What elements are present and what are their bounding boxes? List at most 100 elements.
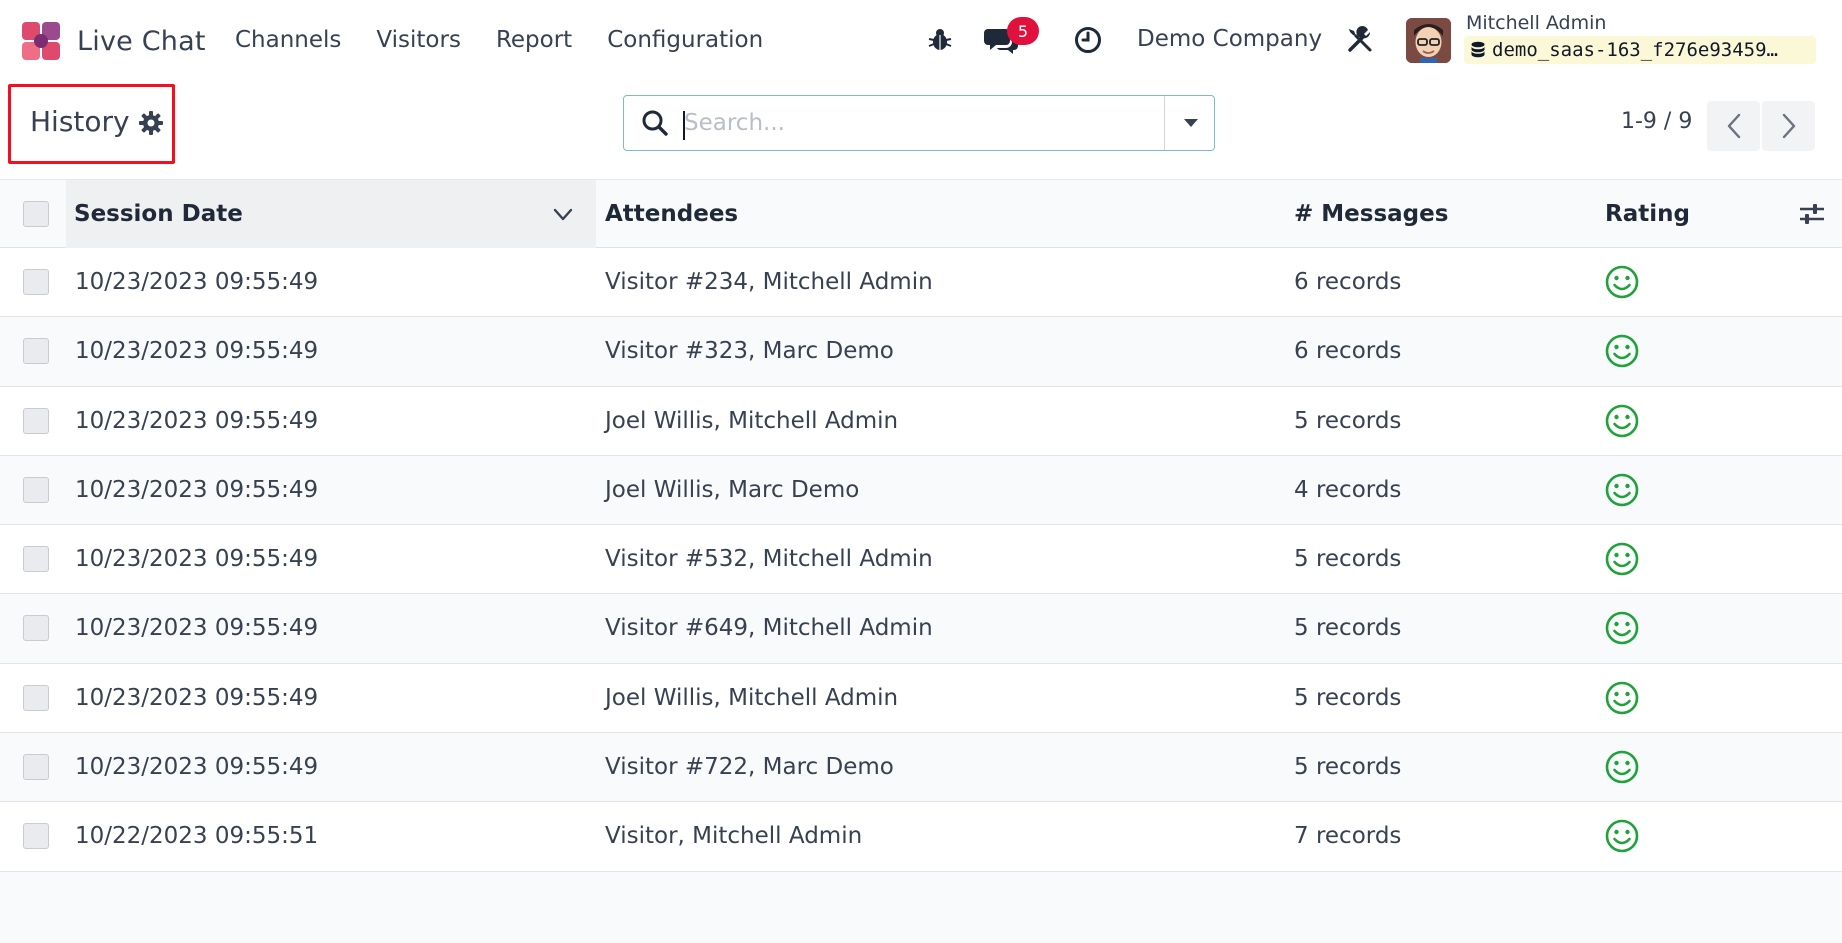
row-checkbox[interactable]	[23, 407, 49, 434]
cell-session-date: 10/23/2023 09:55:49	[75, 615, 319, 642]
smile-rating-icon	[1605, 750, 1639, 784]
smile-rating-icon	[1605, 612, 1639, 645]
select-all-checkbox[interactable]	[23, 201, 49, 227]
menu-channels[interactable]: Channels	[235, 27, 341, 53]
company-switcher[interactable]: Demo Company	[1137, 26, 1322, 52]
pager-next-button[interactable]	[1762, 101, 1815, 151]
activities-button[interactable]	[1072, 24, 1104, 56]
cell-session-date: 10/23/2023 09:55:49	[75, 754, 319, 781]
column-label: Attendees	[605, 201, 739, 227]
messages-count-badge: 5	[1007, 17, 1039, 45]
row-checkbox[interactable]	[23, 615, 49, 642]
table-body: 10/23/2023 09:55:49 Visitor #234, Mitche…	[0, 248, 1842, 872]
row-checkbox[interactable]	[23, 754, 49, 781]
cell-messages: 5 records	[1294, 615, 1402, 642]
row-checkbox[interactable]	[23, 269, 49, 295]
cell-messages: 6 records	[1294, 269, 1402, 295]
smile-rating-icon	[1605, 542, 1639, 576]
smile-rating-icon	[1605, 334, 1639, 368]
row-checkbox[interactable]	[23, 546, 49, 573]
chevron-down-icon	[553, 208, 573, 221]
database-icon	[1471, 41, 1485, 58]
cell-messages: 7 records	[1294, 823, 1402, 850]
menu-configuration[interactable]: Configuration	[607, 27, 763, 53]
cell-messages: 6 records	[1294, 338, 1402, 365]
control-panel: History 1-9 / 9	[0, 80, 1842, 180]
cell-attendees: Visitor #234, Mitchell Admin	[605, 269, 933, 295]
caret-down-icon	[1183, 119, 1198, 127]
database-chip: demo_saas-163_f276e93459…	[1464, 36, 1816, 64]
menu-report[interactable]: Report	[496, 27, 572, 53]
clock-icon	[1075, 27, 1101, 53]
column-label: Session Date	[74, 201, 243, 227]
table-row[interactable]: 10/22/2023 09:55:51 Visitor, Mitchell Ad…	[0, 802, 1842, 872]
optional-columns-toggle[interactable]	[1796, 200, 1828, 228]
column-label: # Messages	[1294, 201, 1449, 227]
app-name: Live Chat	[77, 25, 206, 57]
cell-messages: 5 records	[1294, 684, 1402, 711]
bug-icon	[928, 29, 952, 50]
table-header: Session Date Attendees # Messages Rating	[0, 180, 1842, 248]
search-input[interactable]	[684, 106, 1184, 140]
main-menu: Channels Visitors Report Configuration	[235, 22, 798, 58]
pager-previous-button[interactable]	[1707, 101, 1760, 151]
cell-attendees: Visitor #722, Marc Demo	[605, 754, 894, 781]
smile-rating-icon	[1605, 820, 1639, 853]
cell-attendees: Joel Willis, Mitchell Admin	[605, 684, 899, 711]
search-box	[623, 95, 1215, 151]
smile-rating-icon	[1605, 681, 1639, 715]
cell-attendees: Joel Willis, Marc Demo	[605, 476, 860, 503]
cell-session-date: 10/23/2023 09:55:49	[75, 407, 319, 434]
column-header-attendees[interactable]: Attendees	[605, 180, 738, 248]
debug-button[interactable]	[924, 24, 956, 56]
search-options-toggle[interactable]	[1164, 96, 1216, 150]
text-cursor	[683, 111, 685, 140]
cell-attendees: Visitor #323, Marc Demo	[605, 338, 894, 365]
chevron-right-icon	[1782, 113, 1795, 139]
row-checkbox[interactable]	[23, 684, 49, 711]
user-avatar[interactable]	[1406, 18, 1451, 63]
sliders-icon	[1800, 204, 1824, 224]
table-row[interactable]: 10/23/2023 09:55:49 Visitor #649, Mitche…	[0, 594, 1842, 664]
page-title[interactable]: History	[30, 105, 130, 138]
app-brand[interactable]: Live Chat	[20, 20, 206, 62]
table-row[interactable]: 10/23/2023 09:55:49 Visitor #532, Mitche…	[0, 525, 1842, 595]
smile-rating-icon	[1605, 473, 1639, 507]
cell-session-date: 10/23/2023 09:55:49	[75, 476, 319, 503]
row-checkbox[interactable]	[23, 823, 49, 850]
column-header-rating[interactable]: Rating	[1605, 180, 1690, 248]
table-row[interactable]: 10/23/2023 09:55:49 Joel Willis, Mitchel…	[0, 386, 1842, 456]
user-avatar-icon	[1406, 18, 1451, 63]
tools-button[interactable]	[1344, 24, 1376, 56]
cell-messages: 5 records	[1294, 407, 1402, 434]
table-row[interactable]: 10/23/2023 09:55:49 Joel Willis, Mitchel…	[0, 663, 1842, 734]
search-icon[interactable]	[640, 108, 670, 138]
row-checkbox[interactable]	[23, 476, 49, 503]
column-header-session-date[interactable]: Session Date	[66, 180, 596, 248]
pager-value[interactable]: 1-9 / 9	[1621, 109, 1692, 134]
cell-messages: 4 records	[1294, 476, 1402, 503]
user-name[interactable]: Mitchell Admin	[1466, 12, 1606, 34]
table-row[interactable]: 10/23/2023 09:55:49 Joel Willis, Marc De…	[0, 455, 1842, 526]
column-header-messages[interactable]: # Messages	[1294, 180, 1448, 248]
table-row[interactable]: 10/23/2023 09:55:49 Visitor #234, Mitche…	[0, 248, 1842, 318]
gear-icon[interactable]	[138, 110, 164, 136]
tools-icon	[1348, 26, 1372, 52]
live-chat-logo-icon	[22, 22, 60, 60]
smile-rating-icon	[1605, 265, 1639, 299]
cell-attendees: Visitor #532, Mitchell Admin	[605, 546, 933, 573]
table-row[interactable]: 10/23/2023 09:55:49 Visitor #323, Marc D…	[0, 317, 1842, 387]
smile-rating-icon	[1605, 404, 1639, 437]
cell-messages: 5 records	[1294, 546, 1402, 573]
row-checkbox[interactable]	[23, 338, 49, 365]
cell-attendees: Visitor, Mitchell Admin	[605, 823, 863, 850]
history-list: Session Date Attendees # Messages Rating…	[0, 180, 1842, 872]
menu-visitors[interactable]: Visitors	[376, 27, 461, 53]
cell-session-date: 10/23/2023 09:55:49	[75, 546, 319, 573]
cell-attendees: Joel Willis, Mitchell Admin	[605, 407, 899, 434]
cell-session-date: 10/23/2023 09:55:49	[75, 338, 319, 365]
cell-attendees: Visitor #649, Mitchell Admin	[605, 615, 933, 642]
table-row[interactable]: 10/23/2023 09:55:49 Visitor #722, Marc D…	[0, 733, 1842, 803]
chevron-left-icon	[1727, 113, 1740, 139]
database-name: demo_saas-163_f276e93459…	[1492, 39, 1778, 61]
